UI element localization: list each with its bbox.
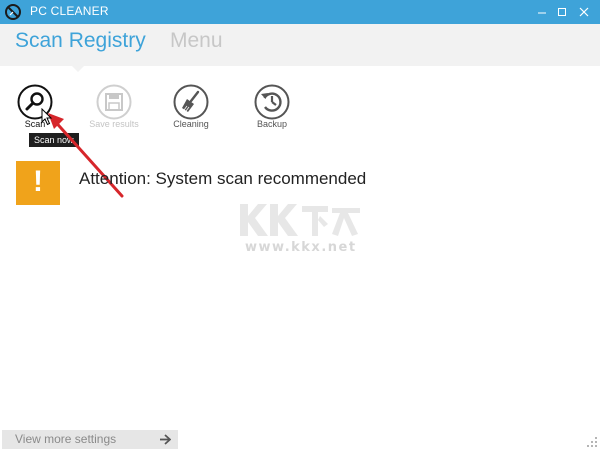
close-icon[interactable] xyxy=(574,2,594,22)
cleaning-button[interactable]: Cleaning xyxy=(156,84,226,136)
attention-message: Attention: System scan recommended xyxy=(79,169,367,188)
backup-label: Backup xyxy=(256,119,288,129)
watermark-url: www.kkx.net xyxy=(245,240,357,255)
watermark-logo xyxy=(240,204,360,236)
window-title: PC CLEANER xyxy=(30,4,109,18)
app-logo-icon xyxy=(5,4,21,20)
tab-scan-registry[interactable]: Scan Registry xyxy=(15,29,146,53)
broom-icon xyxy=(173,84,209,120)
header-bar: Scan Registry Menu xyxy=(0,24,600,66)
restore-clock-icon xyxy=(254,84,290,120)
mouse-cursor-icon xyxy=(41,108,53,126)
view-more-settings-label: View more settings xyxy=(15,432,117,446)
exclamation-icon: ! xyxy=(16,161,60,205)
cleaning-label: Cleaning xyxy=(173,119,209,129)
view-more-settings-button[interactable]: View more settings xyxy=(2,430,178,449)
title-bar: PC CLEANER xyxy=(0,0,600,24)
backup-button[interactable]: Backup xyxy=(237,84,307,136)
active-tab-indicator xyxy=(70,64,86,72)
exclamation-symbol: ! xyxy=(33,165,43,198)
tab-menu[interactable]: Menu xyxy=(170,29,223,53)
resize-grip-icon[interactable] xyxy=(584,434,598,448)
minimize-icon[interactable] xyxy=(532,2,552,22)
maximize-icon[interactable] xyxy=(552,2,572,22)
arrow-right-icon xyxy=(160,434,171,445)
